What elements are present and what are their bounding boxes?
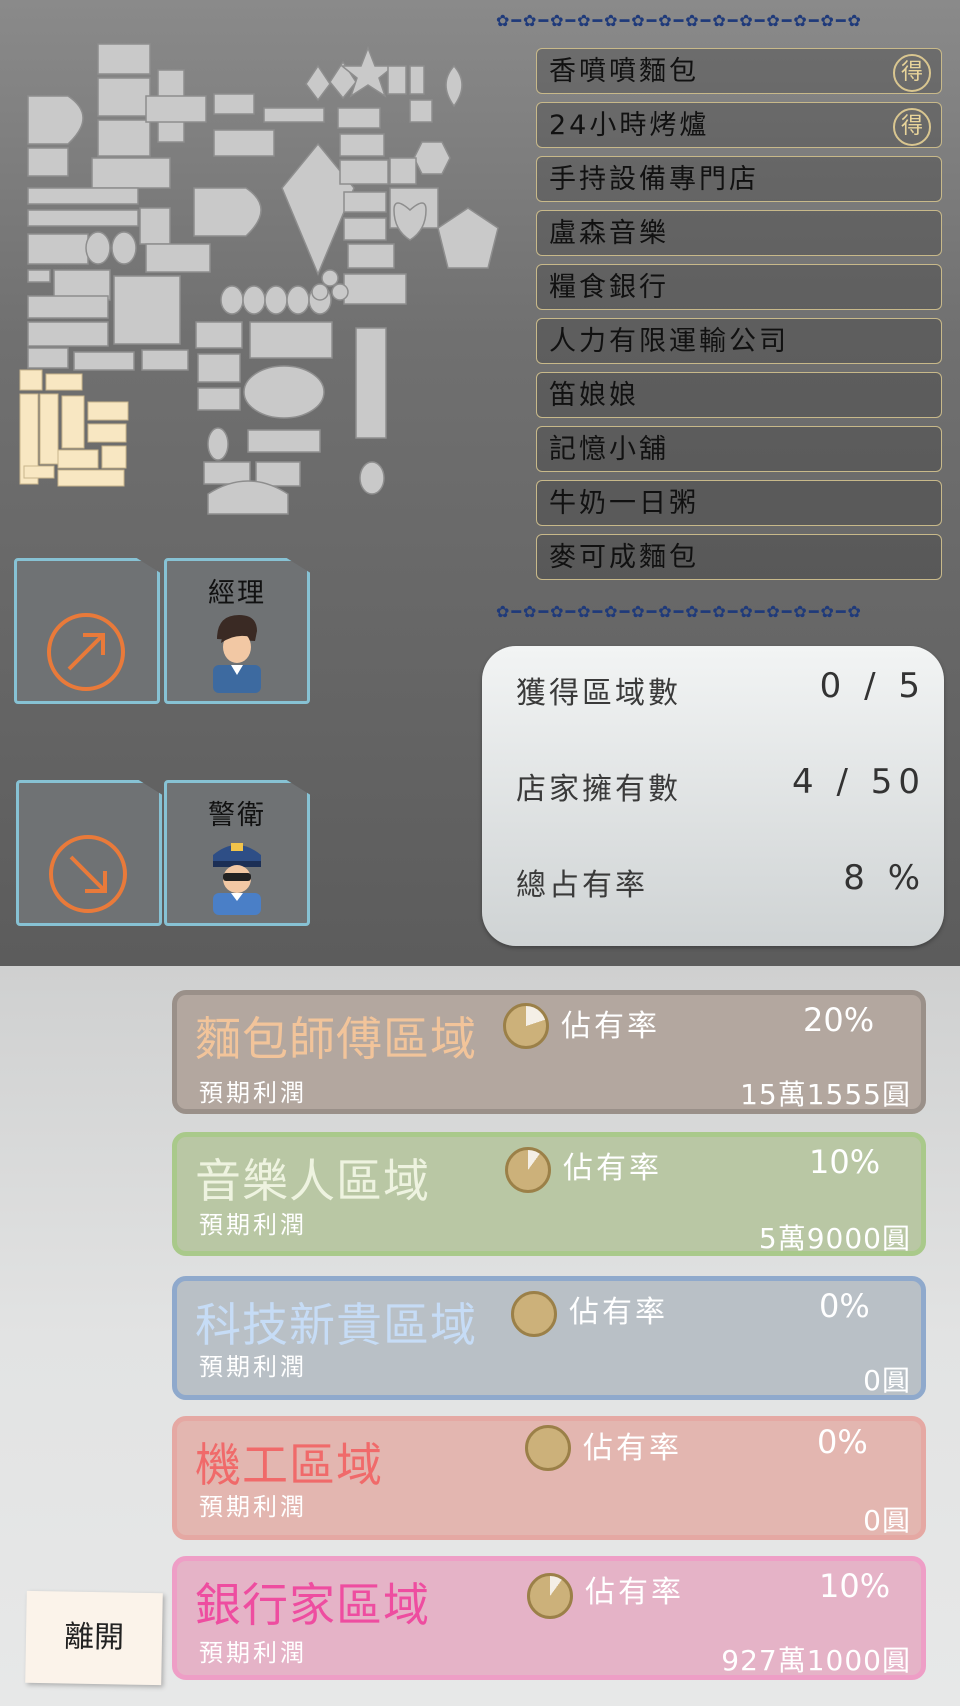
occupancy-value: 0% xyxy=(819,1287,870,1325)
occupancy-value: 10% xyxy=(819,1567,891,1605)
store-name: 牛奶一日粥 xyxy=(549,488,699,519)
manager-card[interactable]: 經理 xyxy=(164,558,310,704)
store-name: 盧森音樂 xyxy=(549,218,669,249)
top-panel: ✿━✿━✿━✿━✿━✿━✿━✿━✿━✿━✿━✿━✿━✿ ✿━✿━✿━✿━✿━✿━… xyxy=(0,0,960,966)
profit-value: 5萬9000圓 xyxy=(758,1222,911,1255)
region-card[interactable]: 科技新貴區域 佔有率 0% 預期利潤 0圓 xyxy=(172,1276,926,1400)
store-name: 笛娘娘 xyxy=(549,380,639,411)
store-item[interactable]: 麥可成麵包 xyxy=(536,534,942,580)
region-card[interactable]: 音樂人區域 佔有率 10% 預期利潤 5萬9000圓 xyxy=(172,1132,926,1256)
arrow-up-right-icon xyxy=(47,613,125,691)
occupancy-label: 佔有率 xyxy=(561,1009,660,1044)
region-name: 科技新貴區域 xyxy=(195,1298,477,1352)
leave-button[interactable]: 離開 xyxy=(25,1590,163,1686)
store-item[interactable]: 手持設備專門店 xyxy=(536,156,942,202)
store-name: 糧食銀行 xyxy=(549,272,669,303)
stat-label-occupancy: 總占有率 xyxy=(516,868,648,903)
profit-value: 927萬1000圓 xyxy=(721,1644,911,1677)
occupancy-label: 佔有率 xyxy=(569,1295,668,1330)
stat-value-stores: 4 / 50 xyxy=(792,762,926,802)
occupancy-label: 佔有率 xyxy=(583,1431,682,1466)
occupancy-pie-icon xyxy=(525,1425,571,1471)
stats-panel: 獲得區域數 0 / 5 店家擁有數 4 / 50 總占有率 8 % xyxy=(482,646,944,946)
profit-label: 預期利潤 xyxy=(199,1211,307,1239)
store-item[interactable]: 糧食銀行 xyxy=(536,264,942,310)
store-item[interactable]: 記憶小舖 xyxy=(536,426,942,472)
profit-value: 0圓 xyxy=(863,1504,911,1537)
store-name: 記憶小舖 xyxy=(549,434,669,465)
store-item[interactable]: 24小時烤爐 得 xyxy=(536,102,942,148)
occupancy-pie-icon xyxy=(505,1147,551,1193)
manager-avatar-icon xyxy=(213,615,261,693)
profit-label: 預期利潤 xyxy=(199,1079,307,1107)
guard-label: 警衛 xyxy=(208,800,266,831)
stat-value-occupancy: 8 % xyxy=(843,858,926,898)
occupancy-label: 佔有率 xyxy=(563,1151,662,1186)
region-card[interactable]: 麵包師傅區域 佔有率 20% 預期利潤 15萬1555圓 xyxy=(172,990,926,1114)
stat-label-stores: 店家擁有數 xyxy=(516,772,681,807)
profit-label: 預期利潤 xyxy=(199,1353,307,1381)
store-name: 手持設備專門店 xyxy=(549,164,759,195)
occupancy-pie-icon xyxy=(503,1003,549,1049)
ornament-border-top: ✿━✿━✿━✿━✿━✿━✿━✿━✿━✿━✿━✿━✿━✿ xyxy=(496,11,863,30)
manager-boost-button[interactable] xyxy=(14,558,160,704)
region-name: 麵包師傅區域 xyxy=(195,1012,477,1066)
owned-badge-icon: 得 xyxy=(893,54,931,92)
region-name: 機工區域 xyxy=(195,1438,383,1492)
profit-value: 15萬1555圓 xyxy=(740,1078,911,1111)
region-name: 音樂人區域 xyxy=(195,1154,430,1208)
occupancy-pie-icon xyxy=(511,1291,557,1337)
store-name: 24小時烤爐 xyxy=(549,110,710,141)
occupancy-value: 20% xyxy=(803,1001,875,1039)
store-item[interactable]: 笛娘娘 xyxy=(536,372,942,418)
occupancy-pie-icon xyxy=(527,1573,573,1619)
arrow-down-right-icon xyxy=(49,835,127,913)
occupancy-value: 0% xyxy=(817,1423,868,1461)
store-item[interactable]: 牛奶一日粥 xyxy=(536,480,942,526)
store-name: 麥可成麵包 xyxy=(549,542,699,573)
store-item[interactable]: 人力有限運輸公司 xyxy=(536,318,942,364)
stat-label-regions: 獲得區域數 xyxy=(516,676,681,711)
guard-card[interactable]: 警衛 xyxy=(164,780,310,926)
profit-value: 0圓 xyxy=(863,1364,911,1397)
occupancy-value: 10% xyxy=(809,1143,881,1181)
store-name: 人力有限運輸公司 xyxy=(549,326,789,357)
region-name: 銀行家區域 xyxy=(195,1578,430,1632)
store-item[interactable]: 盧森音樂 xyxy=(536,210,942,256)
region-card[interactable]: 銀行家區域 佔有率 10% 預期利潤 927萬1000圓 xyxy=(172,1556,926,1680)
stat-value-regions: 0 / 5 xyxy=(819,666,926,706)
guard-avatar-icon xyxy=(213,843,261,915)
ornament-border-bottom: ✿━✿━✿━✿━✿━✿━✿━✿━✿━✿━✿━✿━✿━✿ xyxy=(496,602,863,621)
store-item[interactable]: 香噴噴麵包 得 xyxy=(536,48,942,94)
guard-reduce-button[interactable] xyxy=(16,780,162,926)
region-card[interactable]: 機工區域 佔有率 0% 預期利潤 0圓 xyxy=(172,1416,926,1540)
profit-label: 預期利潤 xyxy=(199,1493,307,1521)
occupancy-label: 佔有率 xyxy=(585,1575,684,1610)
profit-label: 預期利潤 xyxy=(199,1639,307,1667)
manager-label: 經理 xyxy=(208,578,266,609)
owned-badge-icon: 得 xyxy=(893,108,931,146)
store-name: 香噴噴麵包 xyxy=(549,56,699,87)
district-map[interactable] xyxy=(18,38,518,528)
